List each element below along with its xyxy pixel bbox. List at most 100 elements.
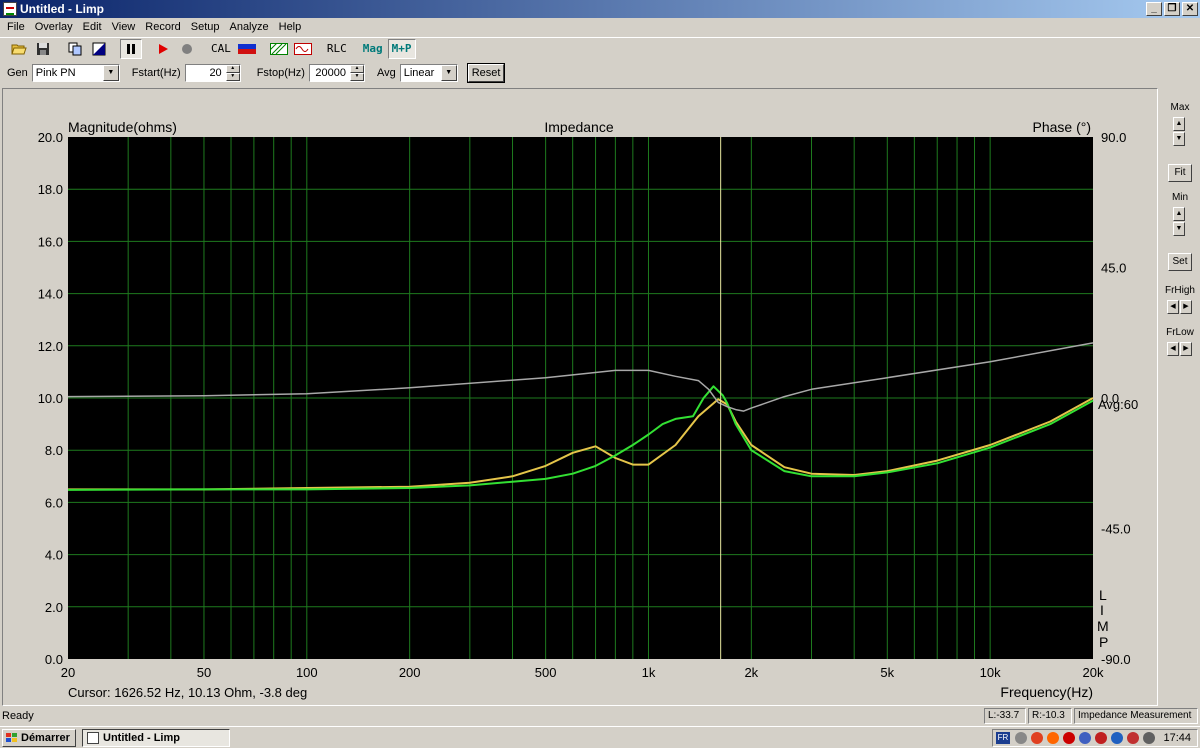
pause-button[interactable] xyxy=(120,38,142,59)
x-tick-label: 50 xyxy=(197,665,211,680)
y-tick-label: 8.0 xyxy=(45,443,63,458)
y-tick-label: 10.0 xyxy=(38,391,63,406)
impedance-chart[interactable]: Magnitude(ohms) Impedance Phase (°) 0.02… xyxy=(3,89,1157,705)
spin-up-icon[interactable]: ▲ xyxy=(225,65,240,73)
x-tick-label: 20k xyxy=(1083,665,1104,680)
update-icon[interactable] xyxy=(1111,732,1123,744)
mag-phase-button[interactable]: M+P xyxy=(387,38,416,59)
calibrate-button[interactable] xyxy=(236,39,258,59)
copy-button[interactable] xyxy=(64,39,86,59)
fstart-value: 20 xyxy=(209,67,222,79)
cal-button[interactable]: CAL xyxy=(208,39,234,59)
volume-icon[interactable] xyxy=(1015,732,1027,744)
frhigh-left-icon[interactable]: ◀ xyxy=(1167,300,1179,314)
menu-overlay[interactable]: Overlay xyxy=(30,18,78,36)
shield-icon[interactable] xyxy=(1127,732,1139,744)
y-tick-label: 20.0 xyxy=(38,130,63,145)
chart-title: Impedance xyxy=(544,119,613,135)
x-tick-label: 100 xyxy=(296,665,318,680)
chevron-down-icon[interactable]: ▼ xyxy=(440,65,457,81)
x-tick-label: 20 xyxy=(61,665,75,680)
blocked-icon[interactable] xyxy=(1063,732,1075,744)
frlow-left-icon[interactable]: ◀ xyxy=(1167,342,1179,356)
hatch-icon xyxy=(269,42,288,55)
set-button[interactable]: Set xyxy=(1168,253,1192,271)
min-up-icon[interactable]: ▲ xyxy=(1173,207,1185,221)
menu-record[interactable]: Record xyxy=(140,18,185,36)
gen-select[interactable]: Pink PN ▼ xyxy=(31,64,120,82)
mag-button[interactable]: Mag xyxy=(360,39,386,59)
start-button[interactable]: Démarrer xyxy=(2,729,76,747)
y-axis-label-right: Phase (°) xyxy=(1032,119,1091,135)
y-tick-label: 6.0 xyxy=(45,495,63,510)
rlc-button[interactable]: RLC xyxy=(324,39,350,59)
x-tick-label: 10k xyxy=(980,665,1001,680)
overlay-wave-button[interactable] xyxy=(292,39,314,59)
record-button[interactable] xyxy=(176,39,198,59)
y2-tick-label: -45.0 xyxy=(1101,522,1131,537)
antivirus-icon[interactable] xyxy=(1031,732,1043,744)
settings-row: Gen Pink PN ▼ Fstart(Hz) 20 ▲ ▼ Fstop(Hz)… xyxy=(0,61,1200,85)
avg-select[interactable]: Linear ▼ xyxy=(399,64,458,82)
fit-button[interactable]: Fit xyxy=(1168,164,1192,182)
limp-letter-p: P xyxy=(1099,634,1108,650)
invert-icon xyxy=(92,42,106,55)
overlay-hatch-button[interactable] xyxy=(268,39,290,59)
network-icon[interactable] xyxy=(1079,732,1091,744)
x-tick-label: 2k xyxy=(744,665,758,680)
cursor-readout: Cursor: 1626.52 Hz, 10.13 Ohm, -3.8 deg xyxy=(68,685,307,700)
max-down-icon[interactable]: ▼ xyxy=(1173,132,1185,146)
status-r-value: R:-10.3 xyxy=(1028,708,1072,724)
frlow-right-icon[interactable]: ▶ xyxy=(1180,342,1192,356)
open-folder-icon xyxy=(11,44,27,54)
spin-down-icon[interactable]: ▼ xyxy=(225,73,240,81)
language-indicator[interactable]: FR xyxy=(996,732,1010,744)
chart-panel: Magnitude(ohms) Impedance Phase (°) 0.0 2… xyxy=(2,88,1158,706)
avg-label: Avg xyxy=(376,67,396,79)
menu-setup[interactable]: Setup xyxy=(186,18,225,36)
menu-help[interactable]: Help xyxy=(274,18,307,36)
maximize-button[interactable]: ❐ xyxy=(1164,2,1180,16)
firewall-icon[interactable] xyxy=(1047,732,1059,744)
title-bar: Untitled - Limp _ ❐ ✕ xyxy=(0,0,1200,18)
taskbar: Démarrer Untitled - Limp FR 17:44 xyxy=(0,726,1200,748)
menu-edit[interactable]: Edit xyxy=(78,18,107,36)
security-icon[interactable] xyxy=(1095,732,1107,744)
limp-letter-m: M xyxy=(1097,618,1109,634)
reset-button[interactable]: Reset xyxy=(467,64,505,82)
x-tick-label: 1k xyxy=(642,665,656,680)
chevron-down-icon[interactable]: ▼ xyxy=(102,65,119,81)
record-icon xyxy=(182,43,192,54)
spin-up-icon[interactable]: ▲ xyxy=(349,65,364,73)
max-up-icon[interactable]: ▲ xyxy=(1173,117,1185,131)
status-ready: Ready xyxy=(2,710,34,722)
device-icon[interactable] xyxy=(1143,732,1155,744)
fstop-spinner[interactable]: 20000 ▲ ▼ xyxy=(308,64,365,82)
system-tray: FR 17:44 xyxy=(992,729,1198,747)
frhigh-right-icon[interactable]: ▶ xyxy=(1180,300,1192,314)
y2-tick-label: 45.0 xyxy=(1101,261,1126,276)
open-button[interactable] xyxy=(8,39,30,59)
fstop-value: 20000 xyxy=(315,67,346,79)
taskbar-item-limp[interactable]: Untitled - Limp xyxy=(82,729,230,747)
fstart-spinner[interactable]: 20 ▲ ▼ xyxy=(184,64,241,82)
min-down-icon[interactable]: ▼ xyxy=(1173,222,1185,236)
taskbar-item-label: Untitled - Limp xyxy=(103,732,180,744)
menu-analyze[interactable]: Analyze xyxy=(224,18,273,36)
clock: 17:44 xyxy=(1163,732,1191,744)
save-button[interactable] xyxy=(32,39,54,59)
spin-down-icon[interactable]: ▼ xyxy=(349,73,364,81)
x-tick-label: 5k xyxy=(880,665,894,680)
y-tick-label: 18.0 xyxy=(38,182,63,197)
menu-file[interactable]: File xyxy=(2,18,30,36)
menu-view[interactable]: View xyxy=(107,18,141,36)
x-tick-label: 500 xyxy=(535,665,557,680)
invert-button[interactable] xyxy=(88,39,110,59)
close-button[interactable]: ✕ xyxy=(1182,2,1198,16)
minimize-button[interactable]: _ xyxy=(1146,2,1162,16)
frhigh-label: FrHigh xyxy=(1164,285,1195,296)
y-tick-label: 16.0 xyxy=(38,234,63,249)
min-label: Min xyxy=(1171,192,1189,203)
play-button[interactable] xyxy=(152,39,174,59)
window-controls: _ ❐ ✕ xyxy=(1146,2,1198,16)
